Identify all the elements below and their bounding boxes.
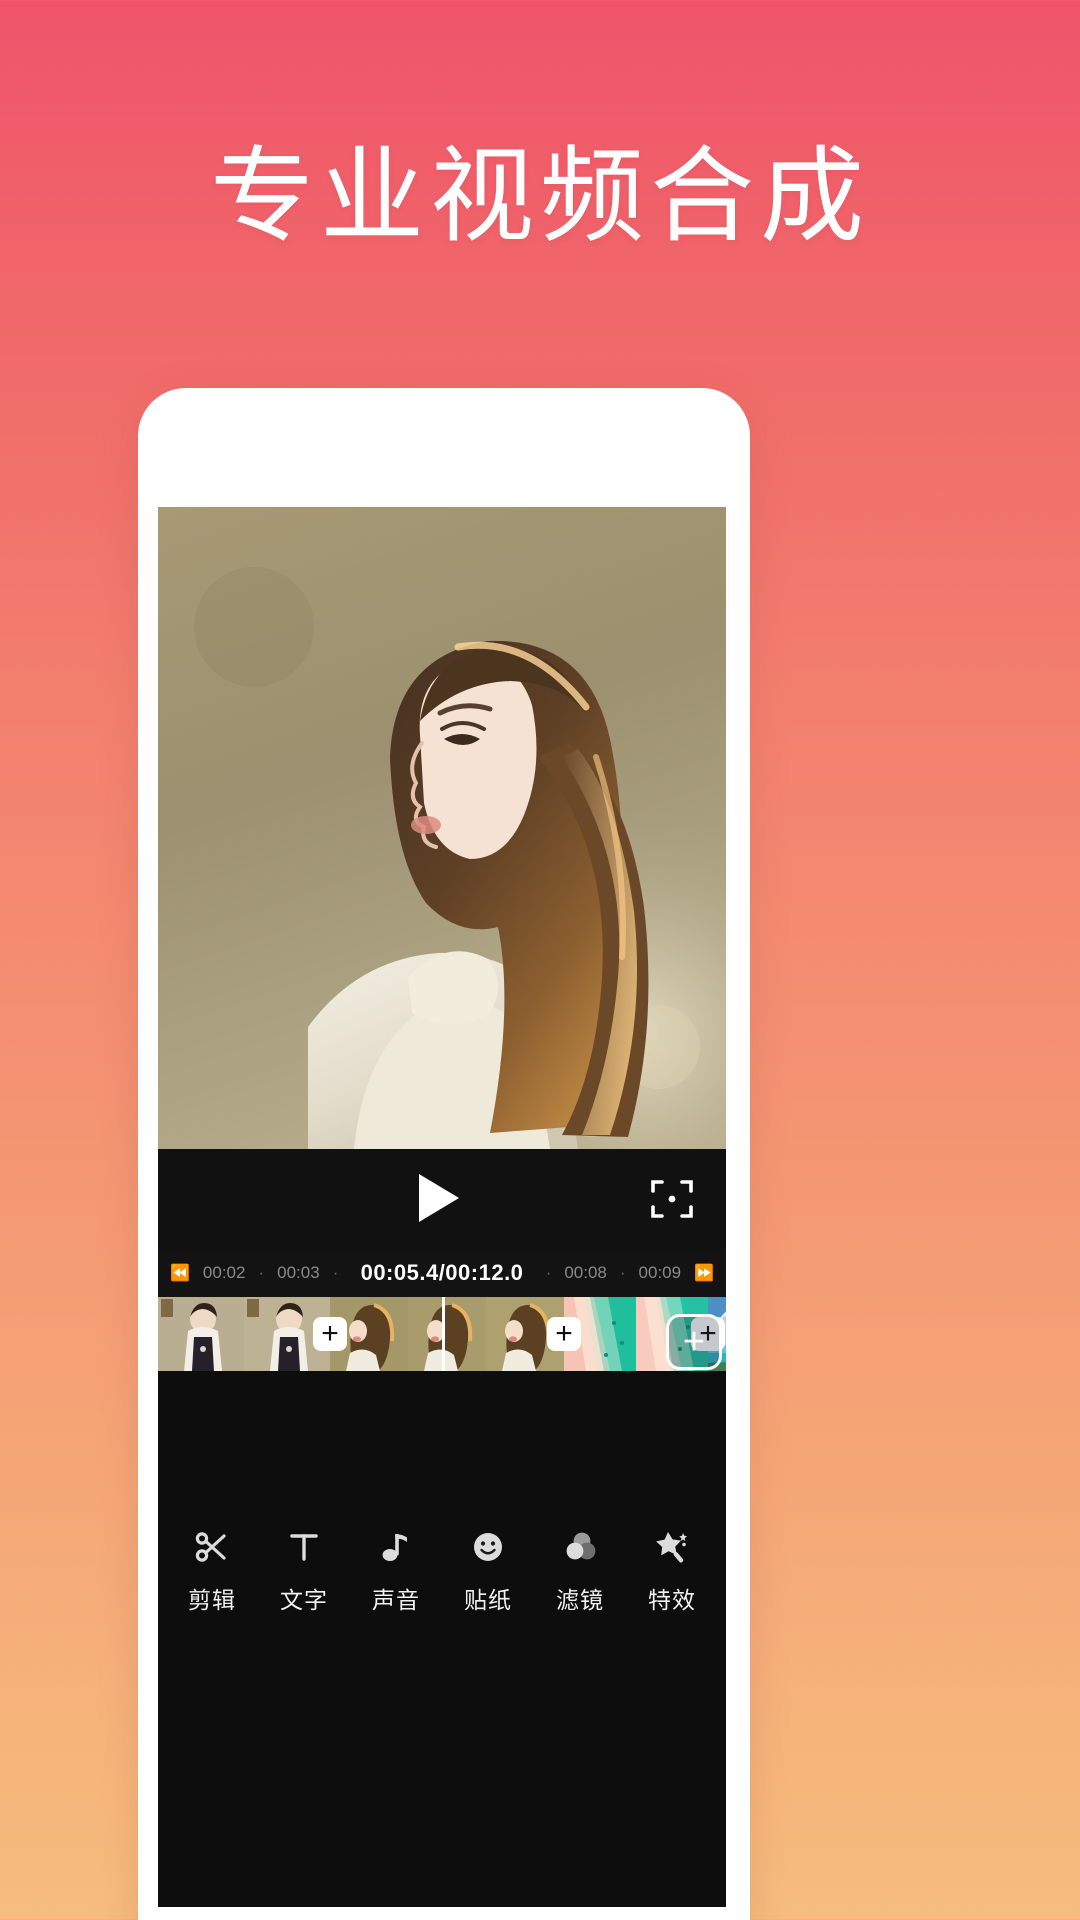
toolbar-item-text[interactable]: 文字 [261, 1527, 347, 1615]
toolbar-item-edit[interactable]: 剪辑 [169, 1527, 255, 1615]
add-clip-button[interactable]: + [666, 1314, 722, 1370]
phone-mockup: ⏪ 00:02 · 00:03 · 00:05.4/00:12.0 · 00:0… [138, 388, 750, 1920]
ruler-dot: · [619, 1263, 626, 1282]
play-button[interactable] [419, 1174, 465, 1224]
toolbar-item-effects[interactable]: 特效 [629, 1527, 715, 1615]
ruler-tick-label: 00:09 [638, 1263, 682, 1282]
preview-image [158, 507, 726, 1149]
ruler-dot: · [545, 1263, 552, 1282]
timeline-clip[interactable]: + [158, 1297, 347, 1371]
frame-thumb-outdoor [408, 1297, 486, 1371]
toolbar-label: 贴纸 [464, 1587, 512, 1613]
timeline-empty-area [158, 1387, 726, 1505]
scissors-icon [193, 1527, 231, 1567]
play-icon [419, 1174, 459, 1222]
toolbar-item-sticker[interactable]: 贴纸 [445, 1527, 531, 1615]
toolbar-label: 文字 [280, 1587, 328, 1613]
timeline-clip[interactable]: + [330, 1297, 581, 1371]
toolbar-label: 滤镜 [556, 1587, 604, 1613]
filmstrip-frame[interactable] [158, 1297, 244, 1371]
skip-to-start-icon[interactable]: ⏪ [170, 1263, 190, 1283]
smiley-sticker-icon [469, 1527, 507, 1567]
music-note-icon [377, 1527, 415, 1567]
filmstrip-frame[interactable] [408, 1297, 486, 1371]
app-screen: ⏪ 00:02 · 00:03 · 00:05.4/00:12.0 · 00:0… [158, 507, 726, 1907]
player-controls-bar [158, 1149, 726, 1249]
editor-toolbar: 剪辑 文字 声音 贴纸 滤镜 特效 [158, 1505, 726, 1651]
ruler-tick-label: 00:03 [277, 1263, 320, 1282]
fullscreen-crop-icon [651, 1180, 693, 1218]
magic-wand-star-icon [653, 1527, 691, 1567]
ruler-dot: · [332, 1263, 339, 1282]
timeline-track[interactable]: + + + + [158, 1297, 726, 1387]
transition-add-button[interactable]: + [547, 1317, 581, 1351]
text-t-icon [285, 1527, 323, 1567]
ruler-dot: · [258, 1263, 265, 1282]
timeline-ruler[interactable]: ⏪ 00:02 · 00:03 · 00:05.4/00:12.0 · 00:0… [158, 1249, 726, 1297]
toolbar-item-filter[interactable]: 滤镜 [537, 1527, 623, 1615]
frame-thumb-indoor [158, 1297, 244, 1371]
ruler-tick-label: 00:02 [202, 1263, 246, 1282]
page-title: 专业视频合成 [209, 139, 870, 255]
current-time-readout: 00:05.4/00:12.0 [360, 1260, 524, 1285]
toolbar-label: 声音 [372, 1587, 420, 1613]
filter-circles-icon [561, 1527, 599, 1567]
skip-to-end-icon[interactable]: ⏩ [694, 1263, 714, 1283]
ruler-tick-label: 00:08 [564, 1263, 607, 1282]
toolbar-item-audio[interactable]: 声音 [353, 1527, 439, 1615]
toolbar-label: 剪辑 [188, 1587, 236, 1613]
playhead[interactable] [442, 1297, 445, 1371]
video-preview[interactable] [158, 507, 726, 1149]
fullscreen-crop-button[interactable] [648, 1175, 696, 1223]
transition-add-button[interactable]: + [313, 1317, 347, 1351]
toolbar-label: 特效 [648, 1587, 696, 1613]
